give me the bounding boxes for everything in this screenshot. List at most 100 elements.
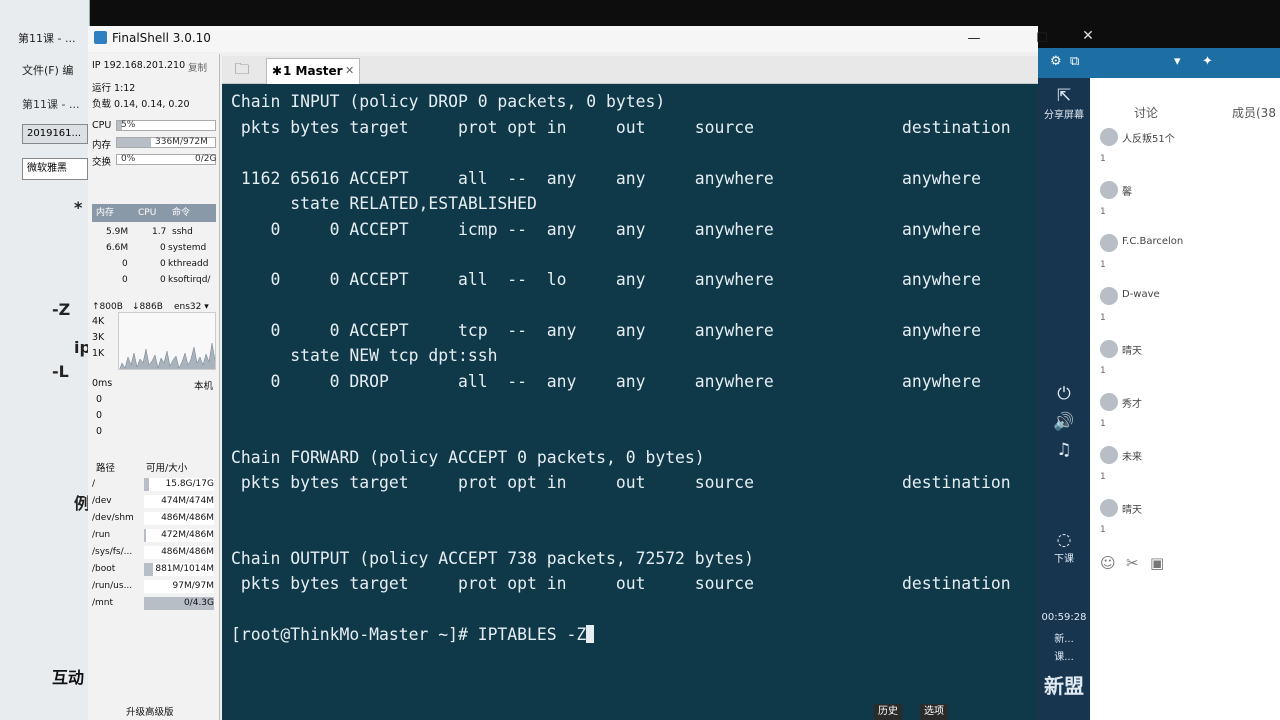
- power-icon[interactable]: ⏻: [1038, 384, 1090, 404]
- disk-row[interactable]: / 15.8G/17G: [92, 476, 216, 493]
- latency-label: 0ms: [92, 378, 113, 389]
- background-tab[interactable]: 第11课 - ...: [18, 30, 75, 46]
- settings-icon[interactable]: ⚙: [1050, 54, 1062, 69]
- member-item[interactable]: D-wave 1: [1100, 287, 1270, 340]
- side-top-bar: ⚙ ⧉ ▾ ✦: [1038, 48, 1280, 78]
- music-icon[interactable]: ♫: [1038, 440, 1090, 460]
- process-cmd: systemd: [168, 243, 207, 253]
- disk-path: /dev: [92, 496, 112, 506]
- member-name: D-wave: [1122, 289, 1160, 300]
- tab-discussion[interactable]: 讨论: [1134, 104, 1158, 121]
- background-menu[interactable]: 文件(F) 编: [22, 62, 73, 78]
- disk-row[interactable]: /dev 474M/474M: [92, 493, 216, 510]
- background-fragment: -L: [52, 362, 69, 381]
- network-chart: [118, 312, 216, 370]
- member-name: 秀才: [1122, 399, 1142, 410]
- member-count: 1: [1100, 525, 1106, 535]
- cpu-label: CPU: [92, 120, 112, 131]
- member-name: 馨: [1122, 187, 1132, 198]
- avatar: [1100, 446, 1118, 464]
- background-fragment: -Z: [52, 300, 71, 319]
- process-header-mem[interactable]: 内存: [96, 204, 114, 222]
- member-item[interactable]: 晴天 1: [1100, 340, 1270, 393]
- close-button[interactable]: ✕: [1072, 28, 1104, 50]
- tab-master[interactable]: ✱ 1 Master ✕: [266, 58, 360, 84]
- disk-size: 97M/97M: [144, 580, 214, 593]
- member-count: 1: [1100, 366, 1106, 376]
- member-item[interactable]: 人反叛51个 1: [1100, 128, 1270, 181]
- terminal[interactable]: Chain INPUT (policy DROP 0 packets, 0 by…: [222, 84, 1038, 720]
- process-cpu: 0: [160, 275, 166, 285]
- terminal-line: 0 0 DROP all -- any any anywhere anywher…: [231, 372, 981, 391]
- member-item[interactable]: 馨1: [1100, 181, 1270, 234]
- tab-label: 1 Master: [283, 64, 343, 78]
- member-item[interactable]: 未来 1: [1100, 446, 1270, 499]
- terminal-line: state RELATED,ESTABLISHED: [231, 194, 537, 213]
- memory-value: 336M/972M: [155, 137, 208, 147]
- disk-row[interactable]: /run 472M/486M: [92, 527, 216, 544]
- latency-value: 0: [96, 410, 103, 421]
- process-cmd: kthreadd: [168, 259, 209, 269]
- disk-size: 0/4.3G: [144, 597, 214, 610]
- share-screen-icon: ⇱: [1056, 86, 1072, 106]
- window-title: FinalShell 3.0.10: [112, 31, 211, 45]
- swap-value: 0%: [121, 154, 136, 164]
- process-mem: 0: [122, 275, 128, 285]
- emoji-icon[interactable]: ☺: [1100, 554, 1116, 572]
- memory-bar-fill: [117, 138, 152, 147]
- background-lesson: 第11课 - ...: [22, 98, 80, 111]
- minimize-button[interactable]: —: [958, 28, 990, 50]
- copy-button[interactable]: 复制: [188, 60, 207, 74]
- member-name: 人反叛51个: [1122, 134, 1175, 145]
- volume-glyph: 🔊: [1053, 412, 1075, 432]
- member-item[interactable]: 秀才 1: [1100, 393, 1270, 446]
- terminal-line: state NEW tcp dpt:ssh: [231, 346, 498, 365]
- process-row[interactable]: 5.9M 1.7 sshd: [92, 224, 216, 240]
- volume-icon[interactable]: 🔊: [1038, 412, 1090, 432]
- tab-members[interactable]: 成员(38: [1232, 104, 1276, 121]
- tab-close-icon[interactable]: ✕: [345, 59, 354, 83]
- hand-up-button[interactable]: ◌ 下课: [1038, 530, 1090, 565]
- member-item[interactable]: F.C.Barcelon 1: [1100, 234, 1270, 287]
- terminal-line: pkts bytes target prot opt in out source…: [231, 118, 1011, 137]
- disk-row[interactable]: /boot 881M/1014M: [92, 561, 216, 578]
- collapse-icon[interactable]: ▾: [1174, 54, 1181, 69]
- memory-label: 内存: [92, 140, 112, 151]
- disk-row[interactable]: /dev/shm 486M/486M: [92, 510, 216, 527]
- folder-icon[interactable]: 🗀: [230, 59, 254, 79]
- maximize-button[interactable]: ☐: [1026, 28, 1058, 50]
- process-row[interactable]: 0 0 kthreadd: [92, 256, 216, 272]
- pin-icon[interactable]: ✦: [1202, 54, 1213, 69]
- latency-host: 本机: [194, 381, 214, 392]
- process-mem: 6.6M: [106, 243, 129, 253]
- disk-row[interactable]: /sys/fs/... 486M/486M: [92, 544, 216, 561]
- popout-icon[interactable]: ⧉: [1070, 54, 1079, 69]
- swap-label: 交换: [92, 157, 112, 168]
- member-count: 1: [1100, 260, 1106, 270]
- avatar: [1100, 234, 1118, 252]
- disk-row[interactable]: /run/us... 97M/97M: [92, 578, 216, 595]
- process-row[interactable]: 6.6M 0 systemd: [92, 240, 216, 256]
- share-screen-button[interactable]: ⇱ 分享屏幕: [1038, 86, 1090, 121]
- options-tab[interactable]: 选项: [920, 704, 948, 720]
- background-app: 第11课 - ... 文件(F) 编 第11课 - ... 2019161...…: [0, 0, 91, 720]
- net-download: ↓886B: [132, 302, 163, 312]
- hand-up-label: 下课: [1054, 554, 1074, 565]
- process-row[interactable]: 0 0 ksoftirqd/: [92, 272, 216, 288]
- hand-up-icon: ◌: [1056, 530, 1072, 550]
- history-tab[interactable]: 历史: [874, 704, 902, 720]
- process-cpu: 1.7: [152, 227, 167, 237]
- latency-value: 0: [96, 394, 103, 405]
- disk-path: /dev/shm: [92, 513, 134, 523]
- scissors-icon[interactable]: ✂: [1126, 554, 1139, 572]
- background-date-box[interactable]: 2019161...: [22, 124, 88, 144]
- process-header-cmd[interactable]: 命令: [172, 204, 190, 222]
- disk-row[interactable]: /mnt 0/4.3G: [92, 595, 216, 612]
- disk-size: 474M/474M: [144, 495, 214, 508]
- process-header-cpu[interactable]: CPU: [138, 204, 156, 222]
- member-item[interactable]: 晴天 1: [1100, 499, 1270, 552]
- terminal-line: 0 0 ACCEPT tcp -- any any anywhere anywh…: [231, 321, 981, 340]
- net-interface-select[interactable]: ens32 ▾: [174, 302, 209, 312]
- image-icon[interactable]: ▣: [1150, 554, 1164, 572]
- background-font-box[interactable]: 微软雅黑: [22, 158, 88, 180]
